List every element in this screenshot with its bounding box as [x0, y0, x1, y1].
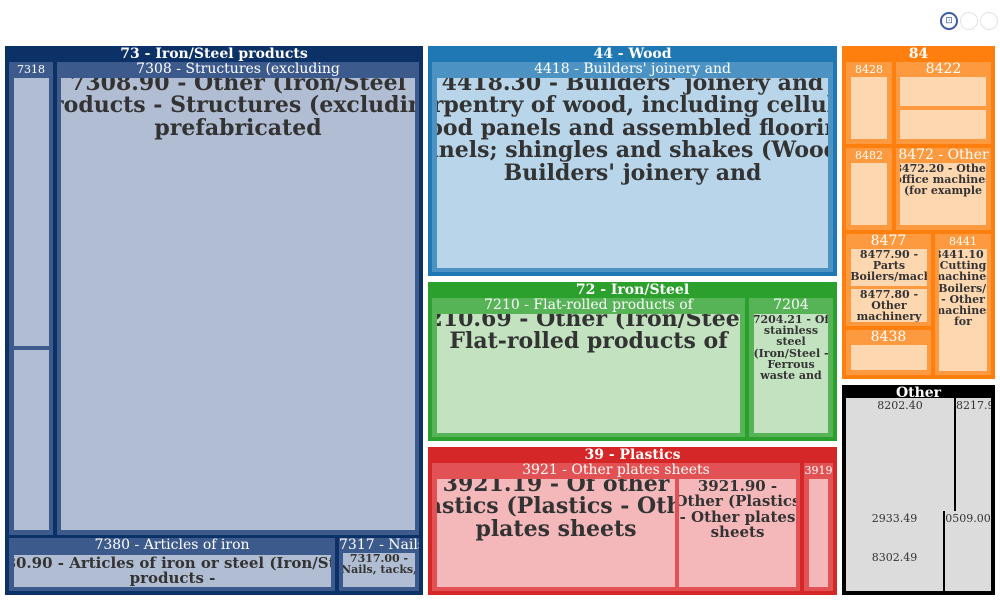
treemap-subgroup-label: 7308 - Structures (excluding	[136, 62, 340, 77]
more-button[interactable]	[980, 12, 998, 30]
treemap-subgroup-label: 7210 - Flat-rolled products of	[484, 298, 693, 313]
zoom-button[interactable]	[960, 12, 978, 30]
treemap-group-label: 72 - Iron/Steel	[575, 282, 690, 298]
treemap-leaf-l8482a[interactable]	[851, 163, 887, 225]
treemap-subgroup-label: 3921 - Other plates sheets	[522, 463, 710, 478]
treemap-leaf-l730890[interactable]: 7308.90 - Other (Iron/Steel products - S…	[61, 78, 415, 530]
chart-toolbar: ⊡	[940, 12, 998, 30]
treemap-leaf-l8422b[interactable]	[900, 110, 986, 139]
treemap-leaf-l844110[interactable]: 8441.10 - Cutting machines (Boilers/mach…	[939, 249, 987, 371]
treemap-subgroup-label: 8422	[925, 62, 962, 77]
treemap-leaf-label: 7210.69 - Other (Iron/Steel - Flat-rolle…	[437, 314, 740, 355]
treemap-leaf-label: 3921.19 - Of other plastics (Plastics - …	[437, 479, 675, 542]
treemap-subgroup-o8217[interactable]: 8217.90	[956, 398, 991, 511]
treemap-leaf-l8428a[interactable]	[851, 77, 887, 139]
treemap-leaf-l392190[interactable]: 3921.90 - Other (Plastics - Other plates…	[679, 479, 796, 587]
treemap-leaf-l720421[interactable]: 7204.21 - Of stainless steel (Iron/Steel…	[754, 314, 828, 433]
treemap-subgroup-label: 7318	[17, 63, 45, 76]
treemap-leaf-l847220[interactable]: 8472.20 - Other office machines (for exa…	[900, 163, 986, 225]
treemap-leaf-label: 8441.10 - Cutting machines (Boilers/mach…	[939, 249, 987, 329]
treemap-subgroup-label: 7317 - Nails	[339, 538, 419, 553]
treemap-subgroup-label: 4418 - Builders' joinery and	[534, 62, 731, 77]
treemap-subgroup-label: 0509.00	[945, 512, 991, 525]
treemap-leaf-l7318a[interactable]	[14, 78, 49, 346]
treemap-leaf-label: 7204.21 - Of stainless steel (Iron/Steel…	[754, 314, 828, 383]
treemap-leaf-label: 8477.80 - Other machinery	[856, 289, 922, 322]
treemap-group-label: 84	[908, 46, 929, 62]
treemap-leaf-l847780[interactable]: 8477.80 - Other machinery	[851, 289, 927, 322]
treemap-leaf-l847790[interactable]: 8477.90 - Parts (Boilers/machin	[851, 249, 927, 286]
treemap-leaf-label: 7308.90 - Other (Iron/Steel products - S…	[61, 78, 415, 141]
treemap-subgroup-label: 8428	[855, 63, 883, 76]
treemap-leaf-l441830[interactable]: 4418.30 - Builders' joinery and carpentr…	[437, 78, 828, 268]
treemap-leaf-label: 3921.90 - Other (Plastics - Other plates…	[679, 479, 796, 541]
treemap-leaf-l721069[interactable]: 7210.69 - Other (Iron/Steel - Flat-rolle…	[437, 314, 740, 433]
treemap-group-label: 44 - Wood	[593, 46, 672, 62]
treemap-leaf-label: 7380.90 - Articles of iron or steel (Iro…	[14, 555, 331, 587]
treemap-leaf-l731700[interactable]: 7317.00 - Nails, tacks,	[343, 553, 415, 587]
treemap-leaf-l8422a[interactable]	[900, 77, 986, 106]
reset-view-button[interactable]: ⊡	[940, 12, 958, 30]
treemap-leaf-l392119[interactable]: 3921.19 - Of other plastics (Plastics - …	[437, 479, 675, 587]
treemap-subgroup-label: 8441	[949, 235, 977, 248]
treemap-group-label: 39 - Plastics	[584, 447, 681, 463]
treemap-subgroup-o293349[interactable]: 2933.49	[846, 511, 943, 550]
treemap-subgroup-label: 7204	[773, 298, 809, 313]
treemap-subgroup-label: 8482	[855, 149, 883, 162]
treemap-subgroup-o820240[interactable]: 8202.40	[846, 398, 954, 511]
treemap-subgroup-label: 8202.40	[877, 399, 923, 412]
treemap-chart: 73 - Iron/Steel products 7318 7308 - Struc…	[0, 0, 1000, 600]
treemap-leaf-l738090[interactable]: 7380.90 - Articles of iron or steel (Iro…	[14, 555, 331, 587]
treemap-subgroup-label: 8217.90	[956, 399, 991, 412]
treemap-leaf-l3919a[interactable]	[809, 479, 828, 587]
treemap-subgroup-label: 8472 - Other	[898, 148, 989, 163]
treemap-subgroup-label: 8477	[870, 234, 907, 249]
treemap-subgroup-label: 8438	[870, 330, 907, 345]
treemap-subgroup-label: 7380 - Articles of iron	[94, 538, 250, 553]
treemap-leaf-l7318b[interactable]	[14, 350, 49, 530]
treemap-leaf-label: 4418.30 - Builders' joinery and carpentr…	[437, 78, 828, 186]
treemap-leaf-l8438a[interactable]	[851, 345, 927, 370]
treemap-group-label: 73 - Iron/Steel products	[120, 46, 308, 62]
treemap-leaf-label: 8472.20 - Other office machines (for exa…	[900, 163, 986, 198]
treemap-subgroup-label: 2933.49	[871, 512, 918, 525]
treemap-leaf-label: 7317.00 - Nails, tacks,	[343, 553, 415, 577]
treemap-subgroup-o830249[interactable]: 8302.49	[846, 550, 943, 591]
treemap-subgroup-label: 3919	[804, 464, 833, 477]
treemap-subgroup-label: 8302.49	[871, 551, 918, 564]
treemap-subgroup-o050900[interactable]: 0509.00	[945, 511, 991, 591]
treemap-leaf-label: 8477.90 - Parts (Boilers/machin	[851, 249, 927, 284]
